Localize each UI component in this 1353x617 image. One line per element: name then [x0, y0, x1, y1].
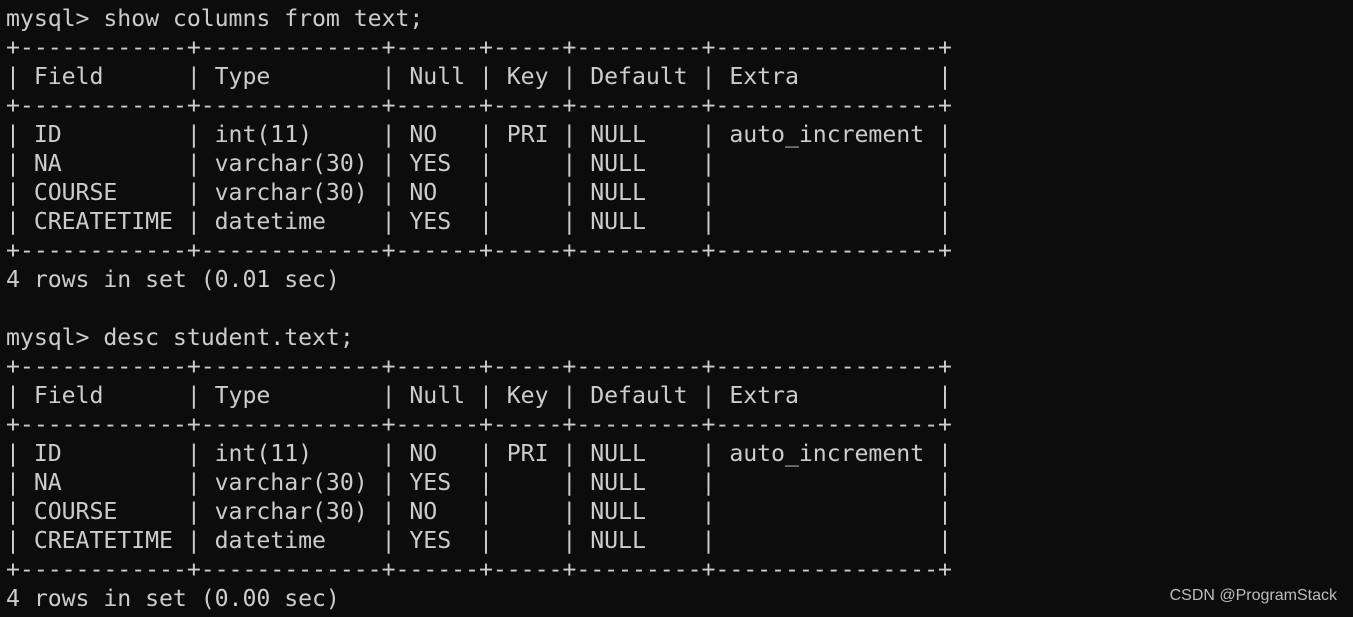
- terminal-output[interactable]: mysql> show columns from text; +---------…: [6, 4, 952, 613]
- table-header: | Field | Type | Null | Key | Default | …: [6, 63, 952, 90]
- command-line: mysql> desc student.text;: [6, 324, 354, 351]
- table-border: +------------+-------------+------+-----…: [6, 92, 952, 119]
- result-footer: 4 rows in set (0.01 sec): [6, 266, 340, 293]
- table-row: | ID | int(11) | NO | PRI | NULL | auto_…: [6, 440, 952, 467]
- result-footer: 4 rows in set (0.00 sec): [6, 585, 340, 612]
- table-border: +------------+-------------+------+-----…: [6, 237, 952, 264]
- table-row: | COURSE | varchar(30) | NO | | NULL | |: [6, 179, 952, 206]
- table-row: | NA | varchar(30) | YES | | NULL | |: [6, 469, 952, 496]
- table-row: | NA | varchar(30) | YES | | NULL | |: [6, 150, 952, 177]
- table-row: | CREATETIME | datetime | YES | | NULL |…: [6, 208, 952, 235]
- table-header: | Field | Type | Null | Key | Default | …: [6, 382, 952, 409]
- table-border: +------------+-------------+------+-----…: [6, 353, 952, 380]
- command-line: mysql> show columns from text;: [6, 5, 424, 32]
- table-row: | CREATETIME | datetime | YES | | NULL |…: [6, 527, 952, 554]
- table-border: +------------+-------------+------+-----…: [6, 34, 952, 61]
- table-row: | COURSE | varchar(30) | NO | | NULL | |: [6, 498, 952, 525]
- table-border: +------------+-------------+------+-----…: [6, 411, 952, 438]
- table-row: | ID | int(11) | NO | PRI | NULL | auto_…: [6, 121, 952, 148]
- watermark: CSDN @ProgramStack: [1169, 587, 1337, 604]
- table-border: +------------+-------------+------+-----…: [6, 556, 952, 583]
